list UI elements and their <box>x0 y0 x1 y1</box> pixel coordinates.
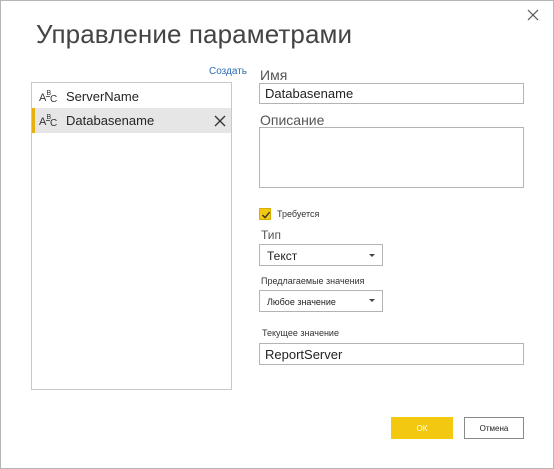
parameter-item-servername[interactable]: A B C ServerName <box>32 84 231 109</box>
cancel-button[interactable]: Отмена <box>464 417 524 439</box>
name-input[interactable] <box>259 83 524 104</box>
current-value-input[interactable] <box>259 343 524 365</box>
type-label: Тип <box>261 228 282 242</box>
description-input[interactable] <box>259 127 524 188</box>
checkmark-icon <box>261 211 271 219</box>
chevron-down-icon <box>369 299 375 302</box>
parameter-item-label: ServerName <box>66 89 139 104</box>
suggested-values-select-value: Любое значение <box>267 297 336 307</box>
create-parameter-link[interactable]: Создать <box>209 66 247 77</box>
ok-button[interactable]: ОК <box>391 417 453 439</box>
text-type-icon: A B C <box>39 87 61 105</box>
manage-parameters-dialog: Управление параметрами Создать A B C Ser… <box>0 0 554 469</box>
parameter-item-databasename[interactable]: A B C Databasename <box>32 108 231 133</box>
required-label: Требуется <box>277 209 320 219</box>
close-icon[interactable] <box>524 6 542 24</box>
type-select[interactable]: Текст <box>259 244 383 266</box>
remove-parameter-icon[interactable] <box>214 114 226 127</box>
selection-indicator <box>32 108 35 133</box>
dialog-title: Управление параметрами <box>36 19 353 49</box>
description-label: Описание <box>260 112 325 128</box>
type-select-value: Текст <box>267 249 298 263</box>
name-label: Имя <box>260 67 288 83</box>
current-value-label: Текущее значение <box>262 328 339 338</box>
required-checkbox[interactable] <box>259 208 271 220</box>
svg-text:C: C <box>50 94 57 105</box>
parameter-list: A B C ServerName A B C Databasename <box>31 82 232 390</box>
suggested-values-label: Предлагаемые значения <box>261 276 365 286</box>
suggested-values-select[interactable]: Любое значение <box>259 290 383 312</box>
chevron-down-icon <box>369 254 375 257</box>
text-type-icon: A B C <box>39 111 61 129</box>
parameter-item-label: Databasename <box>66 113 155 128</box>
svg-text:C: C <box>50 118 57 129</box>
